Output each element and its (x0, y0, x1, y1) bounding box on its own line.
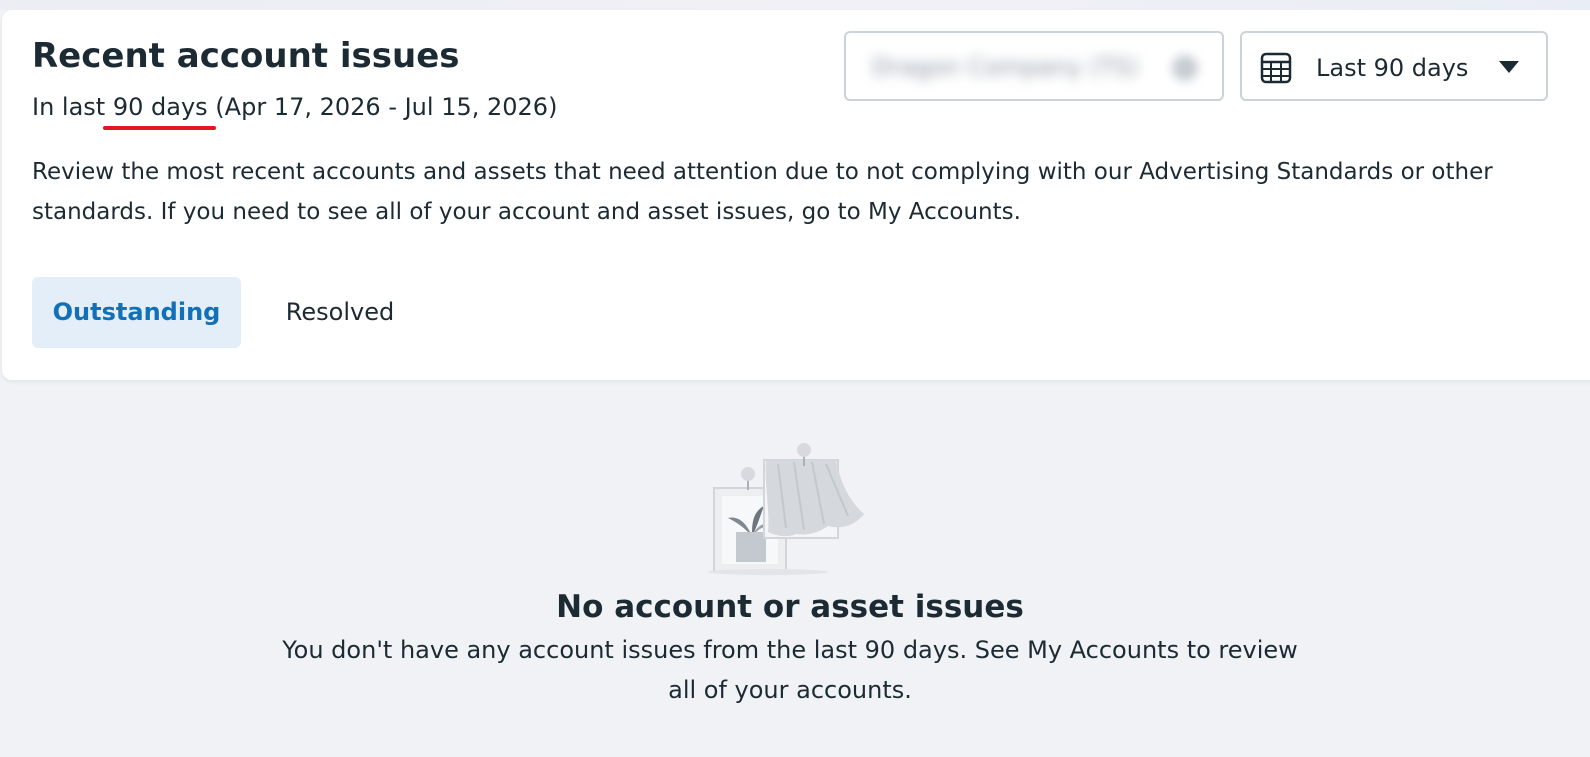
calendar-icon (1260, 52, 1292, 84)
top-strip (0, 0, 1590, 10)
page-title: Recent account issues (32, 36, 460, 76)
caret-down-icon (1499, 61, 1519, 73)
page-description: Review the most recent accounts and asse… (32, 159, 1493, 225)
empty-state-title: No account or asset issues (556, 589, 1024, 625)
date-range-label: Last 90 days (1316, 54, 1469, 82)
tab-resolved[interactable]: Resolved (268, 277, 412, 348)
tab-outstanding[interactable]: Outstanding (32, 277, 241, 348)
date-range-subtitle: In last 90 days (Apr 17, 2026 - Jul 15, … (32, 90, 558, 130)
date-range-dropdown[interactable]: Last 90 days (1240, 31, 1548, 101)
subtitle-highlight: 90 days (102, 90, 216, 130)
subtitle-suffix: (Apr 17, 2026 - Jul 15, 2026) (207, 93, 558, 121)
subtitle-prefix: In last (32, 93, 113, 121)
company-selector[interactable]: Dragon Company (TS) (844, 31, 1224, 101)
empty-state-text: You don't have any account issues from t… (282, 636, 1298, 704)
empty-window-illustration (708, 443, 864, 575)
clear-icon (1172, 55, 1198, 81)
company-selector-value: Dragon Company (TS) (872, 53, 1139, 81)
